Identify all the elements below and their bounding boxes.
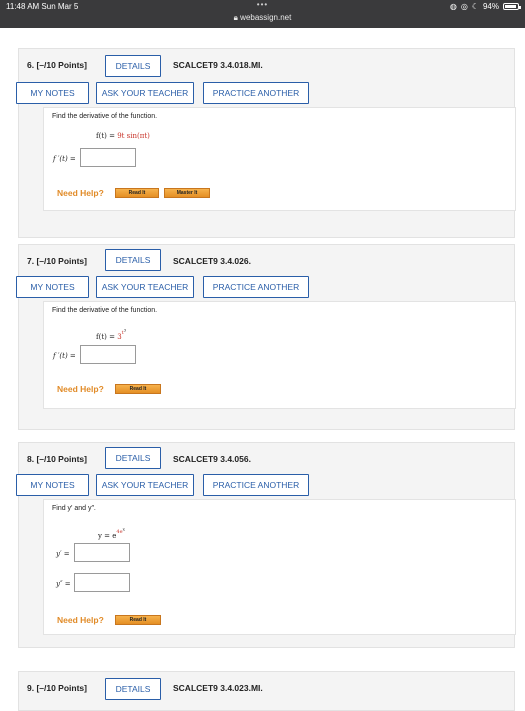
practice-another-button[interactable]: PRACTICE ANOTHER	[203, 82, 309, 104]
need-help-label: Need Help?	[57, 384, 104, 394]
function-rhs: 9t sin(πt)	[117, 132, 150, 140]
read-it-button[interactable]: Read It	[115, 615, 161, 625]
answer-label: f ′(t) =	[53, 352, 76, 360]
status-bar: 11:48 AM Sun Mar 5 ••• 🔒︎ webassign.net …	[0, 0, 525, 28]
question-header: 7. [–/10 Points]	[27, 256, 87, 266]
my-notes-button[interactable]: MY NOTES	[16, 276, 89, 298]
address-bar[interactable]: 🔒︎ webassign.net	[0, 13, 525, 23]
function-lhs: y = e	[98, 531, 117, 540]
practice-another-button[interactable]: PRACTICE ANOTHER	[203, 276, 309, 298]
answer-input[interactable]	[80, 345, 136, 364]
more-dots-icon[interactable]: •••	[0, 0, 525, 9]
details-button[interactable]: DETAILS	[105, 55, 161, 77]
question-8: 8. [–/10 Points] DETAILS SCALCET9 3.4.05…	[16, 442, 516, 648]
url-text: webassign.net	[240, 13, 292, 22]
details-button[interactable]: DETAILS	[105, 249, 161, 271]
answer-label-second-derivative: y″ =	[56, 580, 71, 588]
answer-label-first-derivative: y′ =	[56, 550, 70, 558]
question-code: SCALCET9 3.4.023.MI.	[173, 683, 263, 693]
details-button[interactable]: DETAILS	[105, 678, 161, 700]
question-body: Find the derivative of the function. f(t…	[43, 301, 516, 409]
function-expression: y = e4ex	[98, 526, 125, 540]
lock-icon: 🔒︎	[233, 13, 238, 22]
question-body: Find the derivative of the function. f(t…	[43, 107, 516, 211]
question-prompt: Find the derivative of the function.	[52, 113, 158, 120]
location-icon: ◎	[460, 2, 468, 11]
answer-input[interactable]	[80, 148, 136, 167]
function-exponent-power: x	[122, 526, 125, 531]
question-prompt: Find y′ and y″.	[52, 505, 96, 512]
function-exponent-power: 3	[123, 327, 127, 332]
question-code: SCALCET9 3.4.056.	[173, 454, 251, 464]
my-notes-button[interactable]: MY NOTES	[16, 82, 89, 104]
question-header: 8. [–/10 Points]	[27, 454, 87, 464]
battery-percent: 94%	[482, 2, 499, 11]
function-lhs: f(t) =	[96, 332, 118, 341]
question-code: SCALCET9 3.4.026.	[173, 256, 251, 266]
ask-your-teacher-button[interactable]: ASK YOUR TEACHER	[96, 474, 194, 496]
battery-icon	[503, 3, 521, 10]
answer-input-first-derivative[interactable]	[74, 543, 130, 562]
question-header: 6. [–/10 Points]	[27, 60, 87, 70]
my-notes-button[interactable]: MY NOTES	[16, 474, 89, 496]
status-icons: ◍ ◎ ☾ 94%	[449, 2, 521, 11]
question-7: 7. [–/10 Points] DETAILS SCALCET9 3.4.02…	[16, 244, 516, 430]
details-button[interactable]: DETAILS	[105, 447, 161, 469]
question-code: SCALCET9 3.4.018.MI.	[173, 60, 263, 70]
question-prompt: Find the derivative of the function.	[52, 307, 158, 314]
function-expression: f(t) = 3t3	[96, 327, 127, 341]
read-it-button[interactable]: Read It	[115, 384, 161, 394]
question-9: 9. [–/10 Points] DETAILS SCALCET9 3.4.02…	[18, 671, 515, 711]
need-help-label: Need Help?	[57, 188, 104, 198]
answer-input-second-derivative[interactable]	[74, 573, 130, 592]
function-lhs: f(t) =	[96, 132, 118, 140]
ask-your-teacher-button[interactable]: ASK YOUR TEACHER	[96, 276, 194, 298]
ask-your-teacher-button[interactable]: ASK YOUR TEACHER	[96, 82, 194, 104]
function-expression: f(t) = 9t sin(πt)	[96, 132, 150, 140]
question-header: 9. [–/10 Points]	[27, 683, 87, 693]
master-it-button[interactable]: Master It	[164, 188, 210, 198]
need-help-label: Need Help?	[57, 615, 104, 625]
question-6: 6. [–/10 Points] DETAILS SCALCET9 3.4.01…	[16, 48, 516, 238]
battery-fill	[505, 5, 516, 8]
wifi-icon: ◍	[449, 2, 457, 11]
question-body: Find y′ and y″. y = e4ex y′ = y″ = Need …	[43, 499, 516, 635]
moon-icon: ☾	[471, 2, 479, 11]
practice-another-button[interactable]: PRACTICE ANOTHER	[203, 474, 309, 496]
read-it-button[interactable]: Read It	[115, 188, 159, 198]
answer-label: f ′(t) =	[53, 155, 76, 163]
